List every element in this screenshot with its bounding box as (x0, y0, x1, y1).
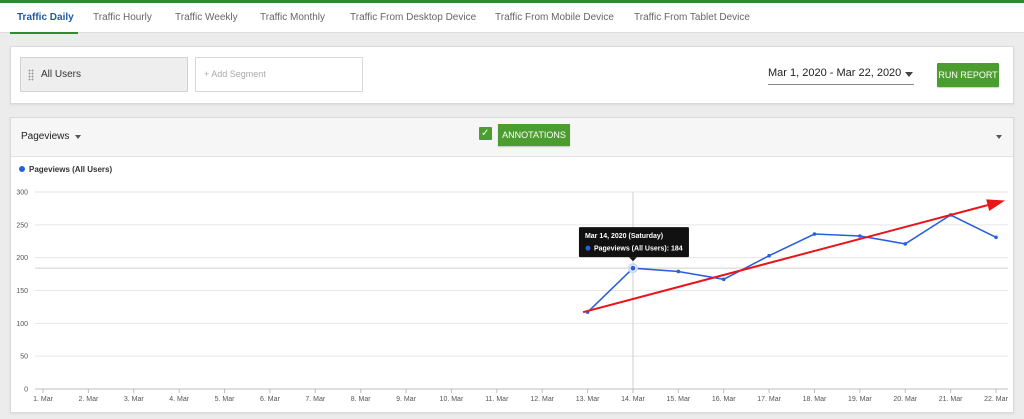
data-point (903, 242, 908, 246)
legend-label: Pageviews (All Users) (29, 165, 112, 174)
y-tick-label: 50 (20, 354, 28, 361)
trend-arrowhead (986, 199, 1006, 211)
chart-grid (35, 191, 1008, 390)
x-tick-label: 17. Mar (757, 396, 781, 403)
data-point (994, 235, 998, 240)
y-tick-label: 150 (16, 288, 28, 295)
tooltip-value: Pageviews (All Users): 184 (594, 246, 683, 253)
x-tick-label: 10. Mar (440, 396, 464, 403)
x-tick-label: 2. Mar (78, 396, 99, 403)
x-tick-label: 13. Mar (576, 396, 600, 403)
x-tick-label: 4. Mar (169, 396, 190, 403)
x-tick-label: 5. Mar (215, 396, 236, 403)
x-tick-label: 8. Mar (351, 396, 372, 403)
data-point (676, 269, 681, 274)
x-tick-label: 14. Mar (621, 396, 645, 403)
x-tick-label: 22. Mar (984, 396, 1008, 403)
trend-line (582, 204, 988, 314)
x-axis-ticks: 1. Mar 2. Mar 3. Mar 4. Mar 5. Mar 6. Mar 7. M… (33, 389, 1009, 403)
x-tick-label: 12. Mar (530, 396, 554, 403)
chart-tooltip: Mar 14, 2020 (Saturday) Pageviews (All Us… (578, 227, 689, 262)
x-tick-label: 7. Mar (305, 396, 326, 403)
y-tick-label: 300 (16, 190, 28, 197)
pageviews-chart: Pageviews (All Users) 0 50 100 150 200 250 300… (16, 165, 1009, 403)
x-tick-label: 3. Mar (124, 396, 145, 403)
x-tick-label: 6. Mar (260, 396, 281, 403)
x-tick-label: 20. Mar (893, 396, 917, 403)
x-tick-label: 16. Mar (712, 396, 736, 403)
y-tick-label: 200 (16, 255, 28, 262)
x-tick-label: 18. Mar (803, 396, 827, 403)
tooltip-marker (585, 245, 591, 251)
x-tick-label: 1. Mar (33, 396, 54, 403)
tooltip-date: Mar 14, 2020 (Saturday) (585, 233, 663, 240)
legend-marker (19, 166, 25, 172)
data-point (858, 234, 862, 238)
x-tick-label: 11. Mar (485, 396, 509, 403)
x-tick-label: 21. Mar (939, 396, 963, 403)
y-axis-ticks: 0 50 100 150 200 250 300 (16, 190, 28, 394)
data-point (767, 253, 771, 258)
x-tick-label: 15. Mar (666, 396, 690, 403)
data-point (721, 277, 726, 282)
x-tick-label: 9. Mar (396, 396, 417, 403)
y-tick-label: 0 (24, 387, 28, 394)
y-tick-label: 250 (16, 222, 28, 229)
x-tick-label: 19. Mar (848, 396, 872, 403)
tooltip-pointer (628, 257, 637, 262)
y-tick-label: 100 (16, 321, 28, 328)
data-point (812, 232, 817, 236)
data-point (629, 264, 637, 272)
